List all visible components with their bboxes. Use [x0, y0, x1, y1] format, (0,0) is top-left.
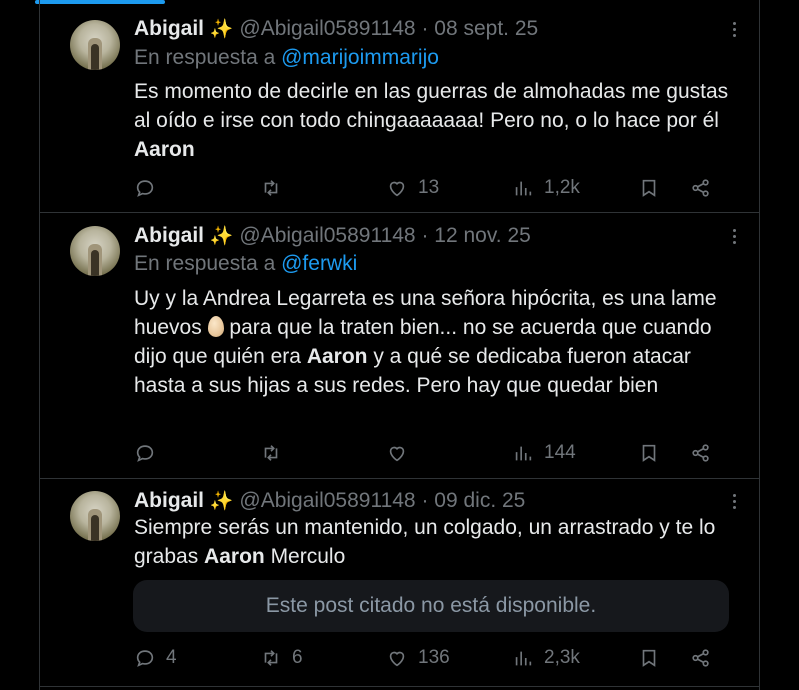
display-name[interactable]: Abigail [134, 224, 204, 247]
reply-button[interactable] [134, 176, 166, 200]
action-bar: 144 [134, 441, 734, 465]
bookmark-icon [642, 649, 656, 667]
bookmark-button[interactable] [638, 176, 668, 200]
share-button[interactable] [690, 176, 720, 200]
reply-prefix: En respuesta a [134, 46, 276, 69]
sparkles-emoji: ✨ [209, 491, 234, 512]
bold-mention: Aaron [204, 545, 265, 568]
tweet-text: Es momento de decirle en las guerras de … [134, 80, 729, 161]
retweet-count: 6 [292, 647, 303, 668]
like-button[interactable] [386, 441, 418, 465]
share-button[interactable] [690, 646, 720, 670]
like-count: 136 [418, 647, 450, 668]
views-button[interactable]: 144 [512, 441, 576, 465]
retweet-button[interactable] [260, 176, 292, 200]
tweet-text: Siempre serás un mantenido, un colgado, … [134, 516, 716, 568]
like-icon [389, 181, 405, 197]
quoted-post-unavailable[interactable]: Este post citado no está disponible. [133, 580, 729, 632]
avatar[interactable] [70, 20, 120, 70]
bookmark-button[interactable] [638, 646, 668, 670]
reply-to-link[interactable]: @marijoimmarijo [281, 46, 439, 69]
tweet-header: Abigail ✨ @Abigail05891148 · 12 nov. 25 [134, 223, 531, 250]
like-button[interactable]: 136 [386, 646, 450, 670]
display-name[interactable]: Abigail [134, 489, 204, 512]
tweet-date[interactable]: 09 dic. 25 [434, 489, 525, 512]
like-icon [389, 651, 405, 667]
tweet-text: Uy y la Andrea Legarreta es una señora h… [134, 287, 717, 397]
bookmark-icon [642, 179, 656, 197]
reply-button[interactable] [134, 441, 166, 465]
reply-count: 4 [166, 647, 177, 668]
reply-button[interactable]: 4 [134, 646, 177, 670]
reply-context: En respuesta a @ferwki [134, 251, 357, 277]
tweet-header: Abigail ✨ @Abigail05891148 · 09 dic. 25 [134, 488, 525, 515]
user-handle[interactable]: @Abigail05891148 [239, 17, 415, 40]
tweet[interactable]: Abigail ✨ @Abigail05891148 · 08 sept. 25… [40, 0, 760, 212]
separator: · [421, 489, 429, 512]
views-icon [515, 446, 532, 461]
views-count: 2,3k [544, 647, 580, 668]
avatar[interactable] [70, 491, 120, 541]
like-icon [389, 446, 405, 462]
retweet-button[interactable] [260, 441, 292, 465]
more-icon[interactable] [726, 226, 742, 246]
tweet-date[interactable]: 08 sept. 25 [434, 17, 538, 40]
bookmark-icon [642, 444, 656, 462]
share-button[interactable] [690, 441, 720, 465]
action-bar: 13 1,2k [134, 176, 734, 200]
action-bar: 4 6 136 2,3k [134, 646, 734, 670]
bold-mention: Aaron [134, 138, 195, 161]
sparkles-emoji: ✨ [209, 226, 234, 247]
user-handle[interactable]: @Abigail05891148 [239, 489, 415, 512]
like-count: 13 [418, 177, 440, 198]
more-icon[interactable] [726, 491, 742, 511]
bookmark-button[interactable] [638, 441, 668, 465]
divider [39, 686, 760, 687]
tweet[interactable]: Abigail ✨ @Abigail05891148 · 09 dic. 25 … [40, 479, 760, 685]
user-handle[interactable]: @Abigail05891148 [239, 224, 415, 247]
bold-mention: Aaron [306, 345, 368, 368]
views-button[interactable]: 2,3k [512, 646, 580, 670]
retweet-icon [264, 445, 278, 461]
tweet[interactable]: Abigail ✨ @Abigail05891148 · 12 nov. 25 … [40, 213, 760, 478]
retweet-button[interactable]: 6 [260, 646, 303, 670]
separator: · [421, 224, 429, 247]
tweet-date[interactable]: 12 nov. 25 [434, 224, 531, 247]
retweet-icon [264, 650, 278, 666]
reply-icon [136, 445, 154, 462]
like-button[interactable]: 13 [386, 176, 439, 200]
share-icon [692, 444, 709, 462]
tweet-header: Abigail ✨ @Abigail05891148 · 08 sept. 25 [134, 16, 538, 43]
views-count: 144 [544, 442, 576, 463]
sparkles-emoji: ✨ [209, 19, 234, 40]
retweet-icon [264, 180, 278, 196]
display-name[interactable]: Abigail [134, 17, 204, 40]
views-icon [515, 651, 532, 666]
reply-context: En respuesta a @marijoimmarijo [134, 45, 439, 71]
share-icon [692, 649, 709, 667]
reply-icon [136, 180, 154, 197]
reply-prefix: En respuesta a [134, 252, 276, 275]
share-icon [692, 179, 709, 197]
views-icon [515, 181, 532, 196]
separator: · [421, 17, 429, 40]
views-count: 1,2k [544, 177, 580, 198]
views-button[interactable]: 1,2k [512, 176, 580, 200]
egg-emoji [207, 316, 224, 337]
more-icon[interactable] [726, 19, 742, 39]
reply-icon [136, 650, 154, 667]
reply-to-link[interactable]: @ferwki [281, 252, 357, 275]
avatar[interactable] [70, 226, 120, 276]
